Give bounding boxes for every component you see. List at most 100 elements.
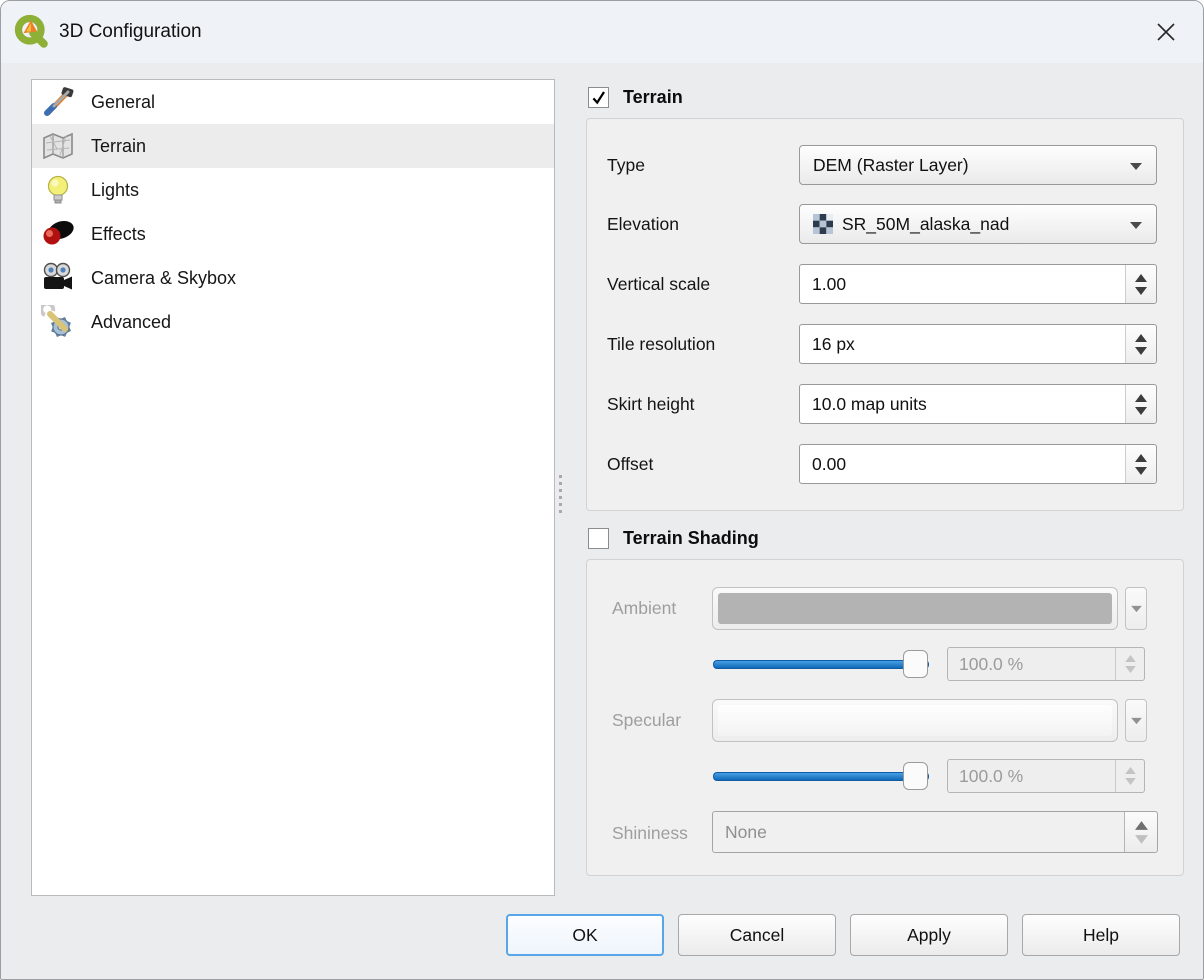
spin-up-icon [1125,655,1136,662]
chevron-down-icon [1129,162,1143,171]
specular-color-swatch [718,705,1112,736]
offset-spinbox[interactable]: 0.00 [799,444,1157,484]
chevron-down-icon [1129,221,1143,230]
terrain-shading-group-title: Terrain Shading [623,528,759,549]
chevron-down-icon [1130,605,1143,613]
raster-layer-icon [813,214,833,234]
spin-up-icon [1135,454,1147,462]
spin-up-icon [1135,821,1148,830]
dialog-3d-configuration: 3D Configuration General Terrain [0,0,1204,980]
ok-button[interactable]: OK [506,914,664,956]
sidebar-item-general[interactable]: General [32,80,554,124]
specular-slider-handle[interactable] [903,762,928,790]
offset-value: 0.00 [800,454,846,475]
close-button[interactable] [1143,9,1189,55]
ambient-percent-stepper[interactable] [1115,648,1144,680]
sidebar-item-label: General [91,92,155,113]
ambient-label: Ambient [612,597,676,619]
specular-percent-spinbox[interactable]: 100.0 % [947,759,1145,793]
shininess-stepper[interactable] [1124,812,1157,852]
skirt-height-value: 10.0 map units [800,394,927,415]
titlebar: 3D Configuration [1,1,1203,63]
specular-percent-stepper[interactable] [1115,760,1144,792]
terrain-shading-groupbox: Ambient 100.0 % Specular 100.0 % [586,559,1184,876]
ambient-color-button[interactable] [712,587,1118,630]
wrench-gear-icon [41,305,75,339]
sidebar-item-effects[interactable]: Effects [32,212,554,256]
sidebar-item-lights[interactable]: Lights [32,168,554,212]
specular-color-menu-button[interactable] [1125,699,1147,742]
spin-down-icon [1135,407,1147,415]
camera-icon [41,261,75,295]
spin-down-icon [1125,778,1136,785]
apply-button[interactable]: Apply [850,914,1008,956]
spin-up-icon [1125,767,1136,774]
qgis-logo [14,14,50,50]
map-icon [41,129,75,163]
terrain-shading-checkbox[interactable] [588,528,609,549]
ambient-color-swatch [718,593,1112,624]
type-label: Type [607,154,645,176]
offset-label: Offset [607,453,653,475]
tile-resolution-stepper[interactable] [1125,325,1156,363]
specular-color-button[interactable] [712,699,1118,742]
elevation-value: SR_50M_alaska_nad [842,214,1009,235]
ambient-opacity-slider[interactable] [713,660,929,669]
category-list: General Terrain Lights [31,79,555,896]
vertical-scale-value: 1.00 [800,274,846,295]
vertical-scale-stepper[interactable] [1125,265,1156,303]
sidebar-item-terrain[interactable]: Terrain [32,124,554,168]
sidebar-item-label: Terrain [91,136,146,157]
skirt-height-label: Skirt height [607,393,695,415]
spin-down-icon [1135,347,1147,355]
tools-icon [41,85,75,119]
sidebar-item-label: Advanced [91,312,171,333]
window-title: 3D Configuration [59,1,202,63]
specular-opacity-slider[interactable] [713,772,929,781]
offset-stepper[interactable] [1125,445,1156,483]
ambient-slider-handle[interactable] [903,650,928,678]
spin-down-icon [1135,467,1147,475]
spin-up-icon [1135,394,1147,402]
terrain-checkbox[interactable] [588,87,609,108]
type-combobox[interactable]: DEM (Raster Layer) [799,145,1157,185]
ambient-color-menu-button[interactable] [1125,587,1147,630]
spin-down-icon [1135,835,1148,844]
sidebar-item-label: Effects [91,224,146,245]
cancel-button[interactable]: Cancel [678,914,836,956]
help-button[interactable]: Help [1022,914,1180,956]
specular-percent-value: 100.0 % [948,766,1023,787]
chevron-down-icon [1130,717,1143,725]
shininess-value: None [713,822,767,843]
elevation-label: Elevation [607,213,679,235]
specular-label: Specular [612,709,681,731]
ambient-percent-value: 100.0 % [948,654,1023,675]
sphere-icon [41,217,75,251]
skirt-height-stepper[interactable] [1125,385,1156,423]
splitter-handle[interactable] [559,475,563,517]
shininess-spinbox[interactable]: None [712,811,1158,853]
spin-down-icon [1135,287,1147,295]
spin-up-icon [1135,334,1147,342]
bulb-icon [41,173,75,207]
spin-up-icon [1135,274,1147,282]
tile-resolution-label: Tile resolution [607,333,715,355]
check-icon [590,89,607,106]
vertical-scale-label: Vertical scale [607,273,710,295]
type-value: DEM (Raster Layer) [813,155,969,176]
sidebar-item-label: Lights [91,180,139,201]
elevation-combobox[interactable]: SR_50M_alaska_nad [799,204,1157,244]
tile-resolution-spinbox[interactable]: 16 px [799,324,1157,364]
tile-resolution-value: 16 px [800,334,855,355]
sidebar-item-label: Camera & Skybox [91,268,236,289]
terrain-groupbox: Type DEM (Raster Layer) Elevation SR_50M… [586,118,1184,511]
vertical-scale-spinbox[interactable]: 1.00 [799,264,1157,304]
ambient-percent-spinbox[interactable]: 100.0 % [947,647,1145,681]
shininess-label: Shininess [612,822,688,844]
skirt-height-spinbox[interactable]: 10.0 map units [799,384,1157,424]
sidebar-item-advanced[interactable]: Advanced [32,300,554,344]
spin-down-icon [1125,666,1136,673]
sidebar-item-camera-skybox[interactable]: Camera & Skybox [32,256,554,300]
terrain-group-title: Terrain [623,87,683,108]
close-icon [1156,22,1176,42]
